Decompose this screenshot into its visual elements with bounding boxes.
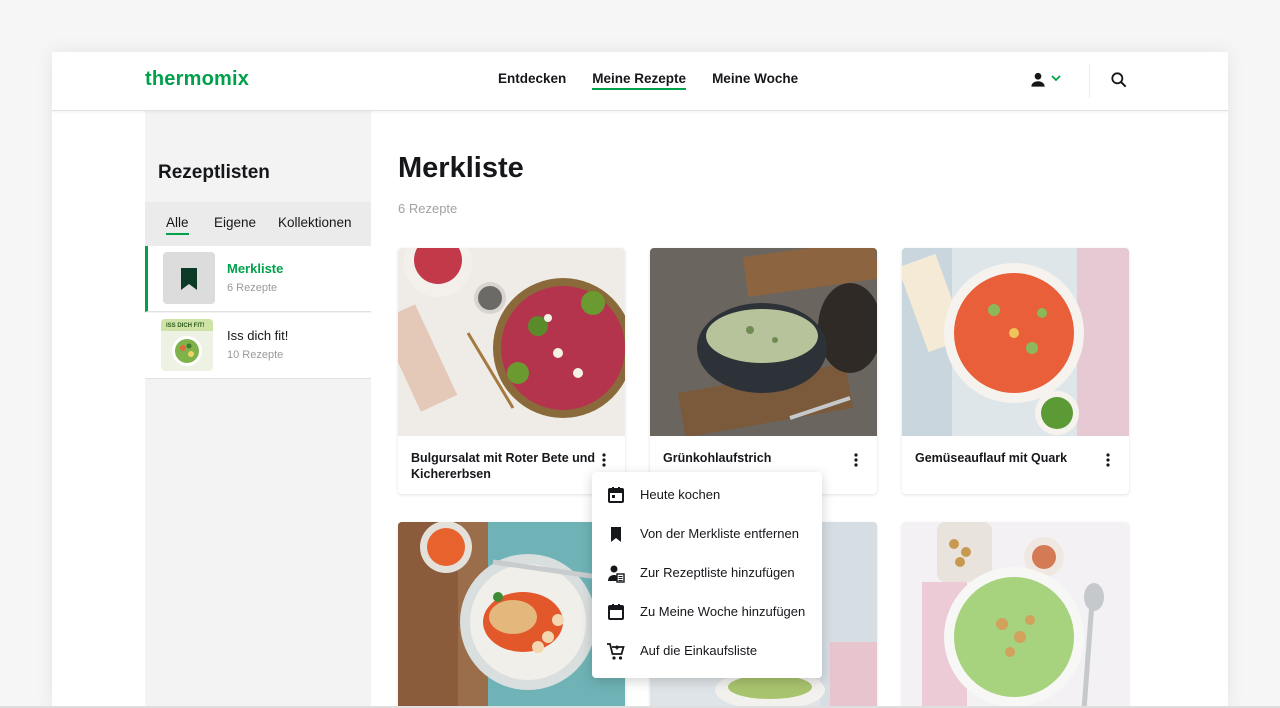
more-options-icon[interactable] [849,452,863,468]
filter-tab-kollektionen[interactable]: Kollektionen [278,215,352,230]
list-filter-tabs: Alle Eigene Kollektionen [145,202,371,246]
menu-item-label: Heute kochen [640,487,721,502]
more-options-icon[interactable] [1101,452,1115,468]
menu-item-auf-die-einkaufsliste[interactable]: Auf die Einkaufsliste [592,632,822,671]
list-thumbnail: ISS DICH FIT! [161,319,213,371]
list-name: Iss dich fit! [227,328,289,343]
menu-item-label: Auf die Einkaufsliste [640,643,758,658]
recipe-lists-sidebar: Rezeptlisten Alle Eigene Kollektionen Me… [145,111,371,708]
add-to-list-icon [608,565,625,583]
menu-item-label: Zu Meine Woche hinzufügen [640,604,806,619]
list-item-merkliste[interactable]: Merkliste 6 Rezepte [145,246,371,312]
main-nav: Entdecken Meine Rezepte Meine Woche [498,52,798,110]
recipe-title: Grünkohlaufstrich [663,451,772,465]
calendar-icon [608,604,624,620]
filter-tab-eigene[interactable]: Eigene [214,215,256,230]
header-divider [1089,64,1090,98]
list-count: 6 Rezepte [227,282,278,294]
svg-text:ISS DICH FIT!: ISS DICH FIT! [166,323,205,329]
menu-item-von-merkliste-entfernen[interactable]: Von der Merkliste entfernen [592,515,822,554]
recipe-card[interactable]: Bulgursalat mit Roter Bete und Kichererb… [398,248,625,494]
cart-add-icon [607,643,625,660]
recipe-count: 6 Rezepte [398,201,458,216]
more-options-icon[interactable] [597,452,611,468]
recipe-image [398,248,625,436]
nav-meine-woche[interactable]: Meine Woche [712,52,798,110]
list-item-iss-dich-fit[interactable]: ISS DICH FIT! Iss dich fit! 10 Rezepte [145,313,371,379]
search-button[interactable] [1109,70,1131,92]
menu-item-heute-kochen[interactable]: Heute kochen [592,476,822,515]
menu-item-label: Zur Rezeptliste hinzufügen [640,565,795,580]
calendar-icon [608,487,624,503]
bookmark-icon [611,527,621,542]
top-navigation-bar: thermomix Entdecken Meine Rezepte Meine … [52,52,1228,111]
recipe-card[interactable]: Grünkohlaufstrich [650,248,877,494]
thermomix-logo[interactable]: thermomix [145,68,249,91]
recipe-title: Gemüseauflauf mit Quark [915,451,1068,465]
list-count: 10 Rezepte [227,349,284,361]
menu-item-zur-rezeptliste-hinzufuegen[interactable]: Zur Rezeptliste hinzufügen [592,554,822,593]
chevron-down-icon [1051,75,1061,82]
recipe-image [650,248,877,436]
recipe-card[interactable] [398,522,625,708]
recipe-card[interactable]: Gemüseauflauf mit Quark [902,248,1129,494]
app-window: thermomix Entdecken Meine Rezepte Meine … [52,52,1228,708]
menu-item-zu-meine-woche-hinzufuegen[interactable]: Zu Meine Woche hinzufügen [592,593,822,632]
recipe-card[interactable] [902,522,1129,708]
menu-item-label: Von der Merkliste entfernen [640,526,799,541]
collection-cover-image: ISS DICH FIT! [161,319,213,371]
list-thumbnail [163,252,215,304]
recipe-image [902,248,1129,436]
nav-meine-rezepte[interactable]: Meine Rezepte [592,52,686,110]
filter-tab-alle[interactable]: Alle [166,215,189,235]
recipe-image [902,522,1129,708]
user-menu-button[interactable] [1028,70,1068,92]
page-title: Merkliste [398,152,524,184]
bookmark-icon [163,252,215,304]
search-icon [1111,72,1127,88]
nav-entdecken[interactable]: Entdecken [498,52,566,110]
list-name: Merkliste [227,261,284,276]
sidebar-title: Rezeptlisten [158,162,270,183]
person-icon [1031,72,1045,87]
recipe-title: Bulgursalat mit Roter Bete und Kichererb… [411,451,596,481]
recipe-options-menu: Heute kochen Von der Merkliste entfernen… [592,472,822,678]
recipe-image [398,522,625,708]
